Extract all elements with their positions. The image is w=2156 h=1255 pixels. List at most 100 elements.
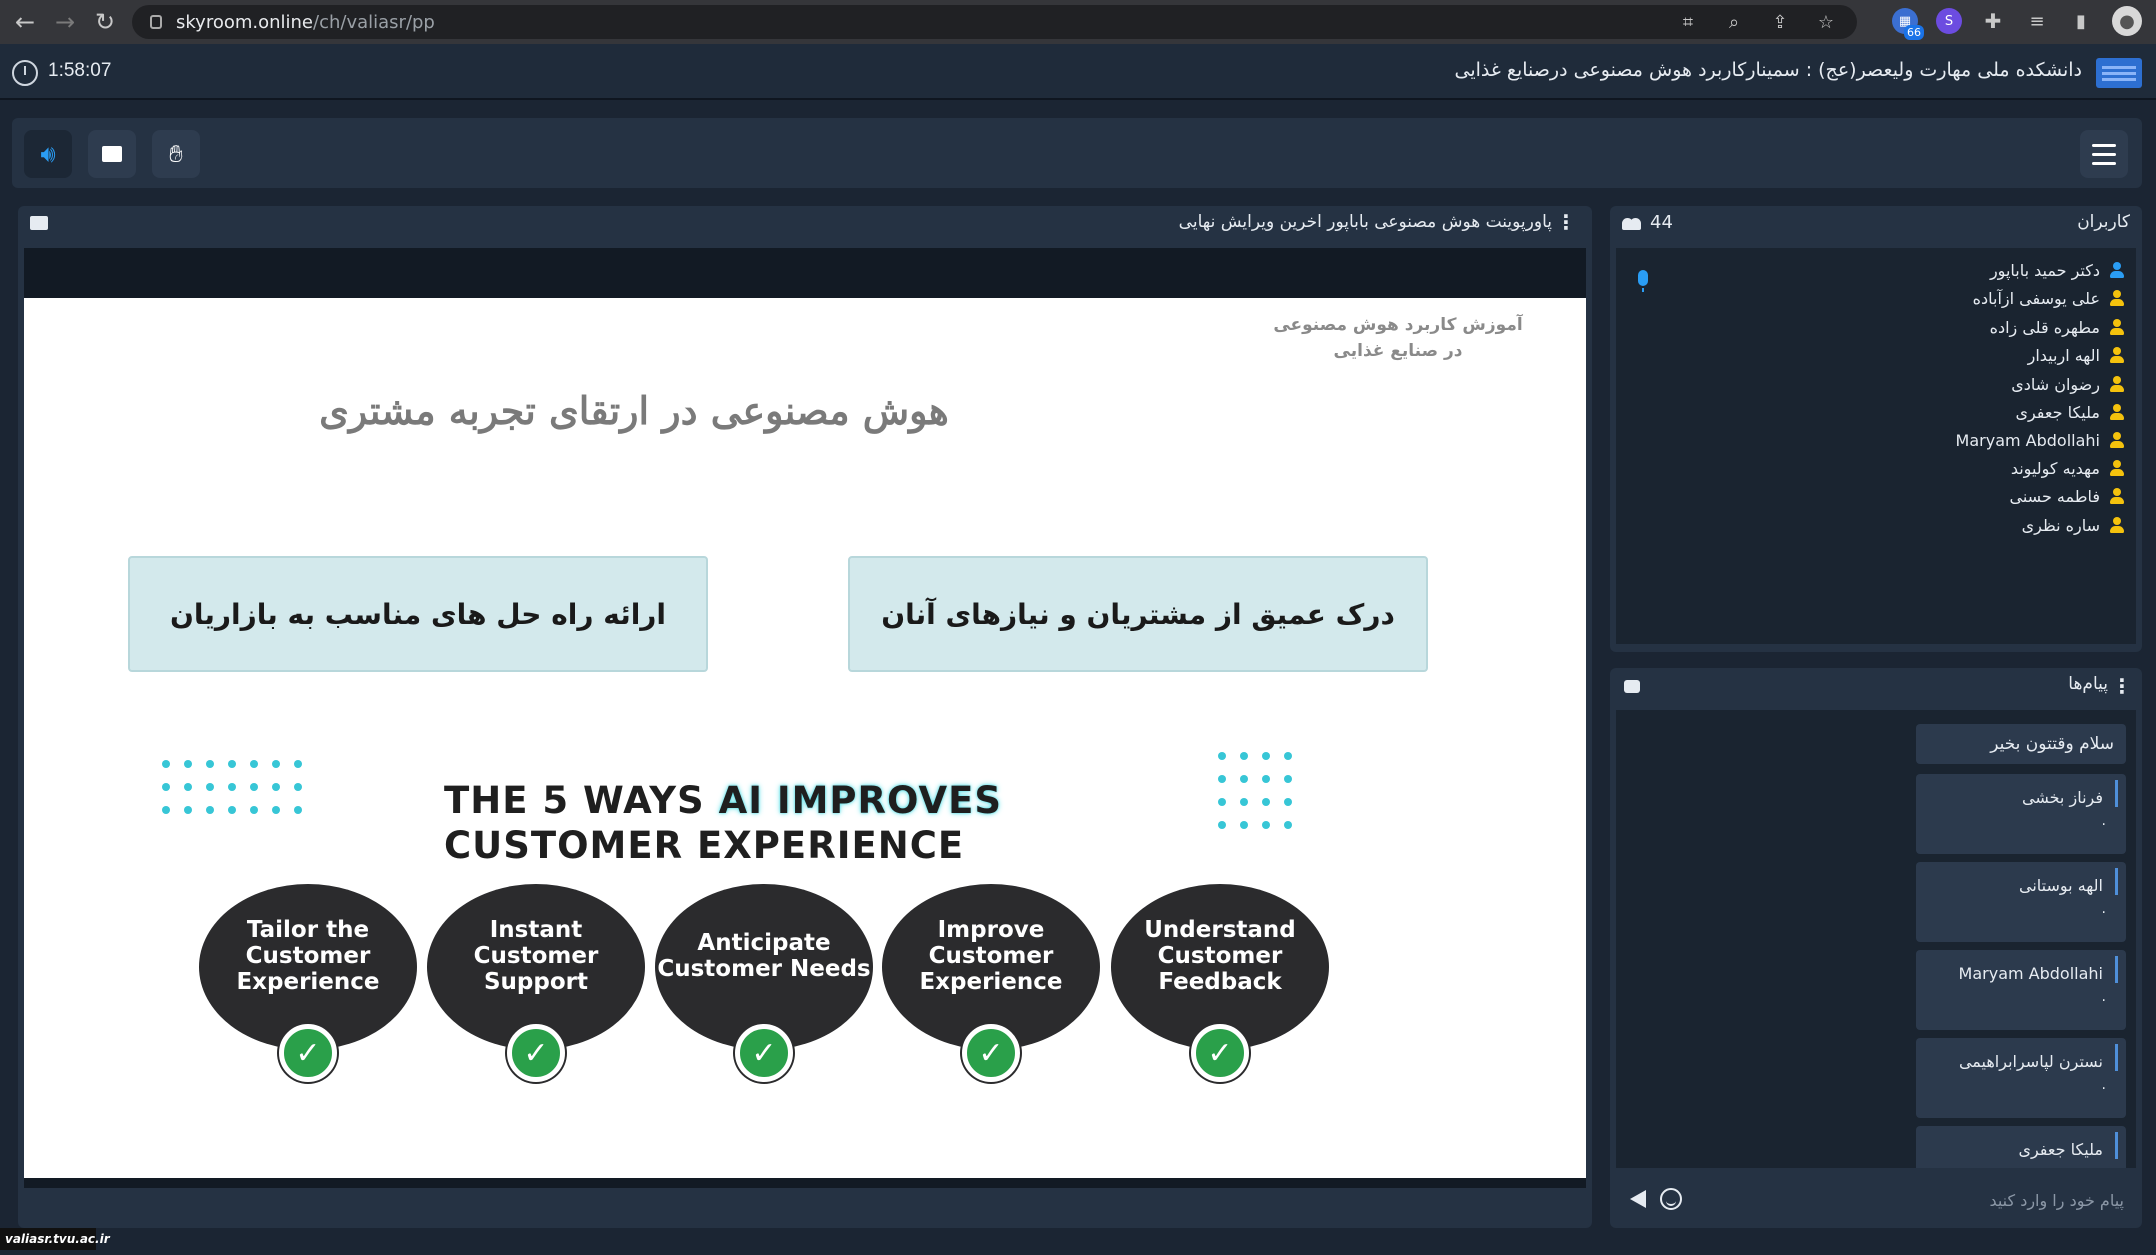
chat-message: الهه بوستانی . (1916, 862, 2126, 942)
user-row[interactable]: رضوان شادی (2011, 370, 2124, 398)
message-author: Maryam Abdollahi (1916, 956, 2118, 983)
user-name: ملیکا جعفری (2015, 402, 2100, 422)
watermark: valiasr.tvu.ac.ir (0, 1228, 110, 1250)
slide-box-left: ارائه راه حل های مناسب به بازاریان (128, 556, 708, 672)
address-bar[interactable]: skyroom.online/ch/valiasr/pp ⌗ ⌕ ⇪ ☆ (132, 5, 1857, 39)
users-list: دکتر حمید باباپور علی یوسفی ازآباده مطهر… (1616, 248, 2136, 644)
user-icon (2110, 347, 2124, 363)
message-text: سلام وقتتون بخیر (1990, 734, 2114, 754)
chat-message: نسترن لپاسرابراهیمی . (1916, 1038, 2126, 1118)
user-row[interactable]: دکتر حمید باباپور (1990, 256, 2124, 284)
user-icon (2110, 460, 2124, 476)
check-icon: ✓ (1191, 1024, 1249, 1082)
user-icon (2110, 376, 2124, 392)
message-text: . (2101, 989, 2106, 1005)
extension-badge: 66 (1904, 25, 1924, 40)
ways-title: THE 5 WAYS AI IMPROVES CUSTOMER EXPERIEN… (444, 778, 1002, 868)
decorative-dots (1218, 752, 1292, 829)
puzzle-icon[interactable]: ✚ (1980, 8, 2006, 34)
user-row[interactable]: علی یوسفی ازآباده (1973, 284, 2124, 312)
users-panel-title: کاربران (2077, 212, 2130, 232)
raise-hand-button[interactable]: ✋︎ (152, 130, 200, 178)
user-name: مهدیه کولیوند (2010, 458, 2100, 478)
folder-icon (102, 146, 122, 162)
session-timer: 1:58:07 (48, 60, 112, 81)
check-icon: ✓ (279, 1024, 337, 1082)
slide-box-right: درک عمیق از مشتریان و نیازهای آنان (848, 556, 1428, 672)
room-title: دانشکده ملی مهارت ولیعصر(عج) : سمینارکار… (1454, 59, 2082, 81)
users-count: 44 (1650, 212, 1673, 233)
lock-icon (150, 15, 162, 29)
chat-message: فرناز بخشی . (1916, 774, 2126, 854)
clock-icon (12, 60, 38, 86)
url-host: skyroom.online (176, 11, 314, 33)
files-button[interactable] (88, 130, 136, 178)
presentation-title: پاورپوینت هوش مصنوعی باباپور اخرین ویرای… (1178, 212, 1552, 232)
back-icon[interactable]: ← (10, 7, 40, 37)
user-row[interactable]: الهه اربیدار (2028, 341, 2124, 369)
forward-icon[interactable]: → (50, 7, 80, 37)
reload-icon[interactable]: ↻ (90, 7, 120, 37)
messages-panel: ⋮ پیام‌ها سلام وقتتون بخیر فرناز بخشی . … (1610, 668, 2142, 1228)
message-author: نسترن لپاسرابراهیمی (1916, 1044, 2118, 1071)
url-path: /ch/valiasr/pp (313, 11, 435, 33)
chat-message: ملیکا جعفری (1916, 1126, 2126, 1168)
message-text: . (2101, 1077, 2106, 1093)
user-row[interactable]: فاطمه حسنی (2009, 482, 2124, 510)
side-panel-icon[interactable]: ▮ (2068, 8, 2094, 34)
bookmark-star-icon[interactable]: ☆ (1815, 12, 1837, 33)
message-text: . (2101, 813, 2106, 829)
ways-title-highlight: AI IMPROVES (718, 779, 1003, 822)
user-row[interactable]: ملیکا جعفری (2015, 398, 2124, 426)
user-row[interactable]: ساره نظری (2022, 511, 2124, 539)
extension-icon[interactable]: S (1936, 8, 1962, 34)
message-author: فرناز بخشی (1916, 780, 2118, 807)
folder-icon[interactable] (30, 216, 48, 230)
menu-button[interactable] (2080, 130, 2128, 178)
user-row[interactable]: Maryam Abdollahi (1956, 426, 2124, 454)
room-header: 1:58:07 دانشکده ملی مهارت ولیعصر(عج) : س… (0, 44, 2156, 100)
skyroom-logo-icon (2096, 58, 2142, 88)
more-options-icon[interactable]: ⋮ (1556, 210, 1576, 234)
messages-more-options-icon[interactable]: ⋮ (2112, 674, 2132, 698)
chat-icon (1624, 680, 1640, 693)
message-composer (1616, 1178, 2136, 1222)
message-text: . (2101, 901, 2106, 917)
profile-avatar[interactable]: ● (2112, 6, 2142, 36)
browser-toolbar: ← → ↻ skyroom.online/ch/valiasr/pp ⌗ ⌕ ⇪… (0, 0, 2156, 44)
user-name: دکتر حمید باباپور (1989, 260, 2100, 280)
user-name: ساره نظری (2021, 515, 2100, 535)
reading-list-icon[interactable]: ≡ (2024, 8, 2050, 34)
room-toolbar: 🔊︎ ✋︎ (12, 118, 2142, 188)
emoji-icon[interactable] (1660, 1188, 1682, 1210)
users-icon (1622, 216, 1642, 230)
zoom-icon[interactable]: ⌕ (1723, 12, 1745, 33)
messages-panel-title: پیام‌ها (2068, 674, 2108, 694)
ways-title-line2: CUSTOMER EXPERIENCE (444, 824, 965, 867)
slide-heading: هوش مصنوعی در ارتقای تجربه مشتری (319, 388, 949, 433)
presentation-header: پاورپوینت هوش مصنوعی باباپور اخرین ویرای… (18, 206, 1592, 242)
user-row[interactable]: مطهره قلی زاده (1990, 313, 2124, 341)
message-text (1916, 1159, 2126, 1168)
slide-viewport: آموزش کاربرد هوش مصنوعی در صنایع غذایی ه… (24, 248, 1586, 1188)
check-icon: ✓ (735, 1024, 793, 1082)
user-name: رضوان شادی (2011, 374, 2100, 394)
extension-icon[interactable]: ▦ 66 (1892, 8, 1924, 40)
presentation-panel: پاورپوینت هوش مصنوعی باباپور اخرین ویرای… (18, 206, 1592, 1228)
user-row[interactable]: مهدیه کولیوند (2011, 454, 2124, 482)
user-name: فاطمه حسنی (2009, 486, 2101, 506)
send-icon[interactable] (1630, 1190, 1646, 1208)
slide-subtitle: آموزش کاربرد هوش مصنوعی در صنایع غذایی (1273, 315, 1523, 361)
share-icon[interactable]: ⇪ (1769, 12, 1791, 33)
user-name: Maryam Abdollahi (1955, 430, 2100, 450)
check-icon: ✓ (962, 1024, 1020, 1082)
user-icon (2110, 404, 2124, 420)
speaker-button[interactable]: 🔊︎ (24, 130, 72, 178)
translate-icon[interactable]: ⌗ (1677, 12, 1699, 33)
user-icon (2110, 517, 2124, 533)
user-icon (2110, 262, 2124, 278)
message-input[interactable] (1696, 1182, 2124, 1218)
decorative-dots (162, 760, 302, 814)
message-author: ملیکا جعفری (1916, 1132, 2118, 1159)
user-name: الهه اربیدار (2027, 345, 2100, 365)
